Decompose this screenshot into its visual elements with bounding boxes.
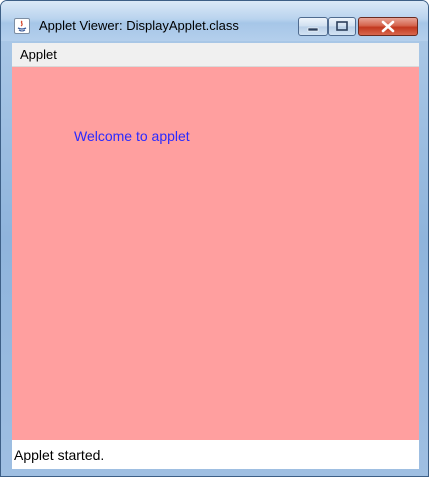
welcome-text: Welcome to applet (74, 128, 190, 144)
applet-viewer-window: Applet Viewer: DisplayApplet.class Apple… (0, 0, 429, 477)
maximize-button[interactable] (328, 17, 356, 36)
minimize-icon (307, 27, 319, 32)
title-bar[interactable]: Applet Viewer: DisplayApplet.class (1, 1, 428, 41)
close-icon (381, 20, 395, 33)
minimize-button[interactable] (298, 17, 328, 36)
close-button[interactable] (358, 17, 418, 36)
menu-bar: Applet (12, 43, 419, 67)
java-icon[interactable] (14, 18, 30, 34)
menu-applet[interactable]: Applet (20, 46, 57, 63)
status-text: Applet started. (14, 447, 105, 463)
applet-canvas[interactable]: Welcome to applet (12, 67, 419, 440)
window-title: Applet Viewer: DisplayApplet.class (39, 18, 239, 33)
maximize-icon (336, 21, 348, 31)
status-bar: Applet started. (12, 440, 419, 469)
